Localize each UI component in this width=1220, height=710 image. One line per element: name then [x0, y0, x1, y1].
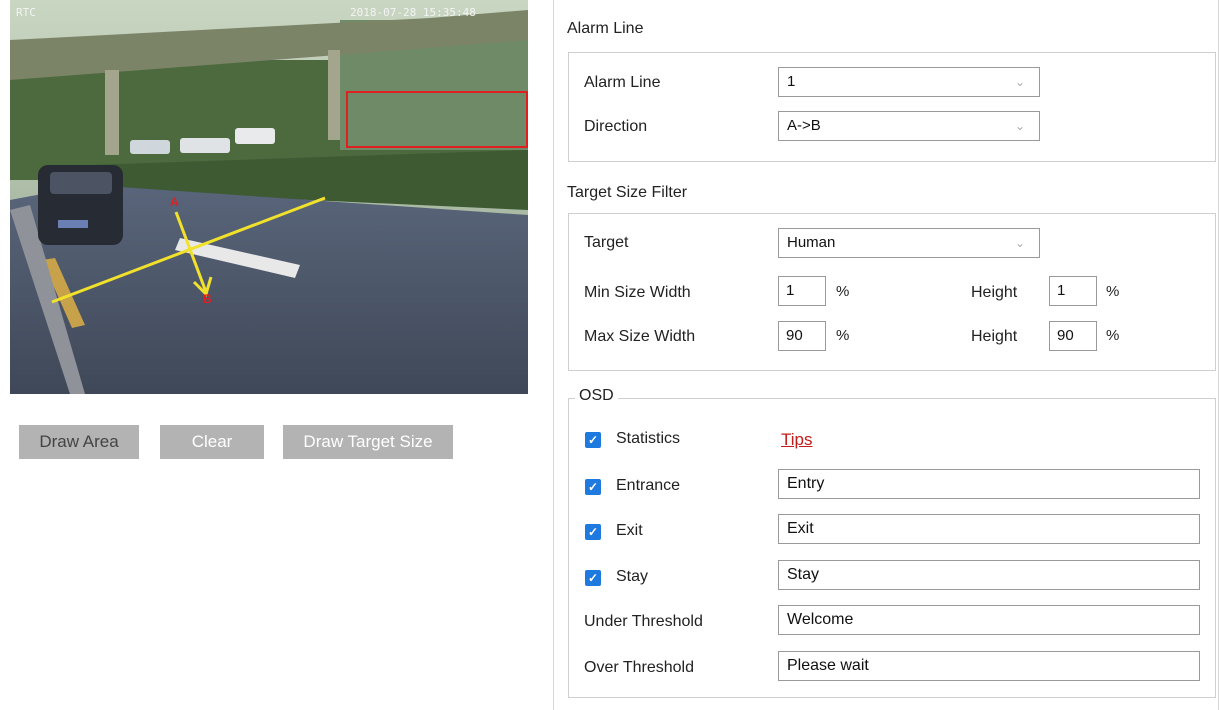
- clear-button[interactable]: Clear: [160, 425, 264, 459]
- statistics-checkbox[interactable]: ✓: [585, 432, 601, 448]
- alarm-line-select[interactable]: 1 ⌄: [778, 67, 1040, 97]
- draw-area-button[interactable]: Draw Area: [19, 425, 139, 459]
- min-height-percent: %: [1106, 283, 1120, 300]
- max-size-width-input[interactable]: 90: [778, 321, 826, 351]
- osd-section-title: OSD: [575, 387, 618, 405]
- max-size-height-label: Height: [971, 328, 1018, 345]
- max-size-height-input[interactable]: 90: [1049, 321, 1097, 351]
- alarm-line-label: Alarm Line: [584, 74, 661, 91]
- max-size-width-label: Max Size Width: [584, 328, 696, 345]
- min-size-width-label: Min Size Width: [584, 284, 691, 301]
- settings-panel: Alarm Line Alarm Line 1 ⌄ Direction A->B…: [553, 0, 1219, 710]
- alarm-line-select-value: 1: [787, 73, 796, 90]
- tips-link[interactable]: Tips: [781, 430, 813, 450]
- preview-corner-text: RTC: [16, 6, 36, 19]
- preview-timestamp: 2018-07-28 15:35:48: [350, 6, 476, 19]
- min-width-percent: %: [836, 283, 850, 300]
- exit-text-input[interactable]: Exit: [778, 514, 1200, 544]
- exit-checkbox[interactable]: ✓: [585, 524, 601, 540]
- target-label: Target: [584, 234, 629, 251]
- alarm-line-section-title: Alarm Line: [567, 20, 644, 37]
- chevron-down-icon: ⌄: [1014, 75, 1025, 89]
- entrance-text-input[interactable]: Entry: [778, 469, 1200, 499]
- stay-checkbox[interactable]: ✓: [585, 570, 601, 586]
- target-size-section-title: Target Size Filter: [567, 184, 688, 201]
- target-select[interactable]: Human ⌄: [778, 228, 1040, 258]
- over-threshold-label: Over Threshold: [584, 659, 694, 676]
- min-size-width-input[interactable]: 1: [778, 276, 826, 306]
- line-point-a-label: A: [170, 195, 179, 209]
- direction-select[interactable]: A->B ⌄: [778, 111, 1040, 141]
- camera-scene: [10, 0, 528, 394]
- over-threshold-text-input[interactable]: Please wait: [778, 651, 1200, 681]
- max-width-percent: %: [836, 327, 850, 344]
- stay-label: Stay: [616, 568, 649, 585]
- min-size-height-label: Height: [971, 284, 1018, 301]
- chevron-down-icon: ⌄: [1014, 236, 1025, 250]
- under-threshold-text-input[interactable]: Welcome: [778, 605, 1200, 635]
- stay-text-input[interactable]: Stay: [778, 560, 1200, 590]
- direction-select-value: A->B: [787, 117, 821, 134]
- target-select-value: Human: [787, 234, 836, 251]
- chevron-down-icon: ⌄: [1014, 119, 1025, 133]
- entrance-checkbox[interactable]: ✓: [585, 479, 601, 495]
- statistics-label: Statistics: [616, 430, 681, 447]
- draw-target-size-button[interactable]: Draw Target Size: [283, 425, 453, 459]
- camera-preview[interactable]: RTC 2018-07-28 15:35:48 A B: [10, 0, 528, 394]
- entrance-label: Entrance: [616, 477, 681, 494]
- line-point-b-label: B: [203, 292, 212, 306]
- exit-label: Exit: [616, 522, 643, 539]
- min-size-height-input[interactable]: 1: [1049, 276, 1097, 306]
- direction-label: Direction: [584, 118, 648, 135]
- max-height-percent: %: [1106, 327, 1120, 344]
- under-threshold-label: Under Threshold: [584, 613, 703, 630]
